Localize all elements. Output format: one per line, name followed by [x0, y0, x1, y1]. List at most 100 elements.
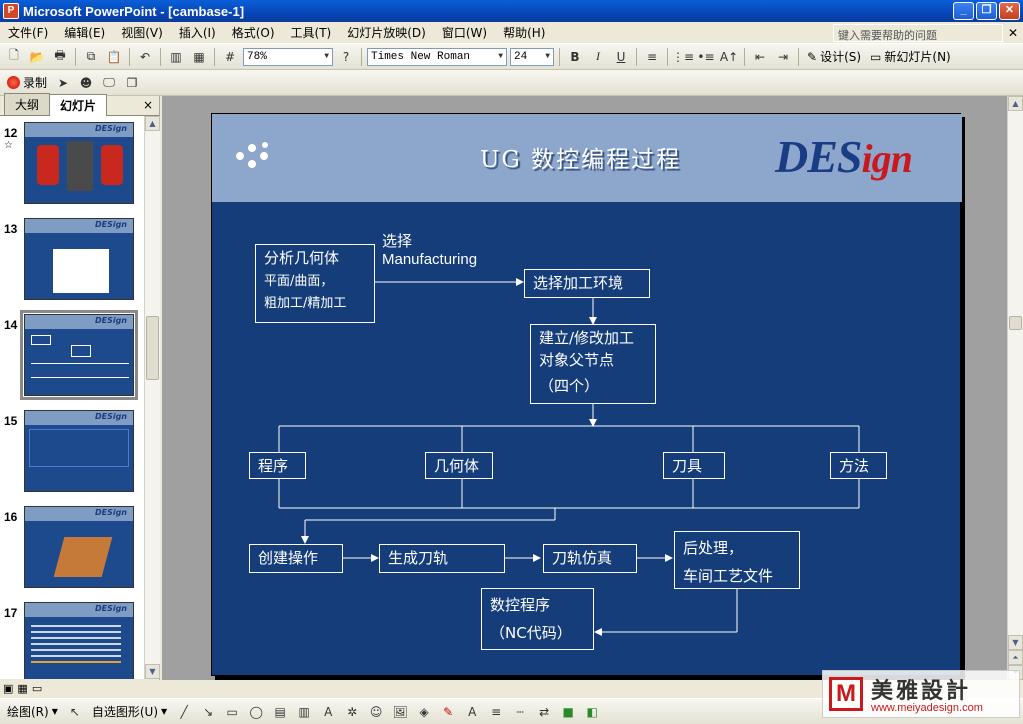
tab-slides[interactable]: 幻灯片 [49, 94, 108, 116]
scroll-down-icon[interactable]: ▼ [145, 664, 160, 679]
increase-font-icon[interactable]: A↑ [719, 47, 739, 67]
thumb-logo: DESign [94, 508, 127, 517]
record-button[interactable]: 录制 [4, 74, 50, 91]
arrow-icon[interactable]: ↘ [198, 702, 218, 722]
scroll-up-icon[interactable]: ▲ [145, 116, 160, 131]
bold-button[interactable]: B [565, 47, 585, 67]
thumbnail-list: 12 ☆ DESign 13 DESign 14 DESign 15 DESig… [0, 116, 144, 679]
new-slide-button[interactable]: ▭ 新幻灯片(N) [867, 48, 954, 65]
increase-indent-icon[interactable]: ⇥ [773, 47, 793, 67]
slideshow-view-icon[interactable]: ▭ [32, 682, 42, 695]
sorter-view-icon[interactable]: ▦ [17, 682, 27, 695]
grid-icon[interactable]: # [220, 47, 240, 67]
rectangle-icon[interactable]: ▭ [222, 702, 242, 722]
select-arrow-icon[interactable]: ↖ [65, 702, 85, 722]
nc-program-box[interactable]: 数控程序 （NC代码） [481, 588, 594, 650]
slide-number: 12 [4, 126, 18, 140]
menu-insert[interactable]: 插入(I) [171, 24, 224, 41]
autoshape-button[interactable]: 自选图形(U) ▼ [89, 703, 170, 720]
line-style-icon[interactable]: ≡ [486, 702, 506, 722]
new-icon[interactable]: 🗋 [4, 47, 24, 67]
font-size-select[interactable]: 24 ▼ [510, 47, 554, 66]
window-icon[interactable]: ❐ [122, 73, 142, 93]
create-operation-box[interactable]: 创建操作 [249, 544, 343, 573]
scroll-down-icon[interactable]: ▼ [1008, 635, 1023, 650]
open-icon[interactable]: 📂 [27, 47, 47, 67]
undo-icon[interactable]: ↶ [135, 47, 155, 67]
tool-box[interactable]: 刀具 [663, 452, 725, 479]
geometry-box[interactable]: 几何体 [425, 452, 493, 479]
menu-format[interactable]: 格式(O) [224, 24, 283, 41]
decrease-indent-icon[interactable]: ⇤ [750, 47, 770, 67]
screen-icon[interactable]: 🖵 [99, 73, 119, 93]
bullets-icon[interactable]: •≡ [696, 47, 716, 67]
zoom-select[interactable]: 78% ▼ [243, 47, 333, 66]
normal-view-icon[interactable]: ▣ [3, 682, 13, 695]
close-document-icon[interactable]: ✕ [1003, 26, 1023, 40]
numbering-icon[interactable]: ⋮≡ [672, 47, 694, 67]
previous-slide-icon[interactable]: ⏶ [1008, 650, 1023, 665]
help-search-input[interactable]: 键入需要帮助的问题 [833, 23, 1003, 42]
parent-line2: 对象父节点 [539, 350, 615, 369]
menu-window[interactable]: 窗口(W) [434, 24, 495, 41]
help-icon[interactable]: ? [336, 47, 356, 67]
analyze-geometry-box[interactable]: 分析几何体 平面/曲面， 粗加工/精加工 [255, 244, 375, 323]
powerpoint-icon[interactable]: P [3, 3, 19, 19]
wordart-icon[interactable]: A [318, 702, 338, 722]
slide-scrollbar[interactable]: ▲ ▼ ⏶ ⏷ [1007, 96, 1023, 680]
scroll-thumb[interactable] [146, 316, 159, 380]
print-icon[interactable]: 🖶 [50, 47, 70, 67]
slide-edit-area: UG 数控编程过程 DESign 分析几何体 平面/曲面， 粗加工/精加工 选择… [162, 96, 1007, 680]
menu-file[interactable]: 文件(F) [0, 24, 56, 41]
post-process-box[interactable]: 后处理， 车间工艺文件 [674, 531, 800, 589]
paste-icon[interactable]: 📋 [104, 47, 124, 67]
parent-node-box[interactable]: 建立/修改加工 对象父节点 （四个） [530, 324, 656, 404]
menu-help[interactable]: 帮助(H) [495, 24, 553, 41]
menu-edit[interactable]: 编辑(E) [56, 24, 113, 41]
draw-menu-button[interactable]: 绘图(R) ▼ [4, 703, 61, 720]
textbox-icon[interactable]: ▤ [270, 702, 290, 722]
thumbnail-scrollbar[interactable]: ▲ ▼ [144, 116, 160, 679]
vertical-textbox-icon[interactable]: ▥ [294, 702, 314, 722]
clipart-icon[interactable]: ☺ [366, 702, 386, 722]
choose-environment-box[interactable]: 选择加工环境 [524, 269, 650, 298]
pointer-icon[interactable]: ➤ [53, 73, 73, 93]
copy-icon[interactable]: ⧉ [81, 47, 101, 67]
toolpath-simulation-box[interactable]: 刀轨仿真 [543, 544, 637, 573]
shadow-icon[interactable]: ■ [558, 702, 578, 722]
diagram-icon[interactable]: ✲ [342, 702, 362, 722]
view-buttons: ▣ ▦ ▭ [0, 680, 160, 696]
thumbnail-image: DESign [24, 122, 134, 204]
close-button[interactable]: ✕ [999, 2, 1020, 20]
design-button[interactable]: ✎ 设计(S) [804, 48, 864, 65]
scroll-up-icon[interactable]: ▲ [1008, 96, 1023, 111]
menu-tools[interactable]: 工具(T) [283, 24, 340, 41]
tab-outline[interactable]: 大纲 [4, 93, 51, 115]
line-color-icon[interactable]: ✎ [438, 702, 458, 722]
3d-icon[interactable]: ◧ [582, 702, 602, 722]
program-box[interactable]: 程序 [249, 452, 306, 479]
chart-icon[interactable]: ▥ [166, 47, 186, 67]
underline-button[interactable]: U [611, 47, 631, 67]
close-icon[interactable]: × [143, 98, 153, 112]
user-icon[interactable]: ☻ [76, 73, 96, 93]
menu-slideshow[interactable]: 幻灯片放映(D) [339, 24, 434, 41]
slide[interactable]: UG 数控编程过程 DESign 分析几何体 平面/曲面， 粗加工/精加工 选择… [211, 113, 962, 676]
picture-icon[interactable]: 🖼 [390, 702, 410, 722]
line-icon[interactable]: ╱ [174, 702, 194, 722]
generate-toolpath-box[interactable]: 生成刀轨 [379, 544, 505, 573]
table-icon[interactable]: ▦ [189, 47, 209, 67]
menu-view[interactable]: 视图(V) [113, 24, 171, 41]
font-color-icon[interactable]: A [462, 702, 482, 722]
scroll-thumb[interactable] [1009, 316, 1022, 330]
oval-icon[interactable]: ◯ [246, 702, 266, 722]
arrow-style-icon[interactable]: ⇄ [534, 702, 554, 722]
align-left-icon[interactable]: ≡ [642, 47, 662, 67]
method-box[interactable]: 方法 [830, 452, 887, 479]
dash-style-icon[interactable]: ┄ [510, 702, 530, 722]
fill-color-icon[interactable]: ◈ [414, 702, 434, 722]
font-select[interactable]: Times New Roman ▼ [367, 47, 507, 66]
minimize-button[interactable]: _ [953, 2, 974, 20]
restore-button[interactable]: ❐ [976, 2, 997, 20]
italic-button[interactable]: I [588, 47, 608, 67]
